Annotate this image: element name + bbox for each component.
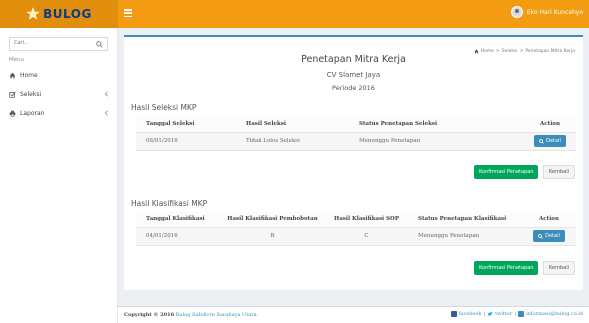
- section-title-klasifikasi: Hasil Klasifikasi MKP: [131, 199, 208, 208]
- facebook-link[interactable]: facebook: [459, 311, 482, 317]
- search-icon[interactable]: [96, 41, 103, 48]
- cell-status: Menunggu Penetapan: [408, 227, 522, 246]
- sidebar-item-label: Home: [20, 71, 38, 79]
- brand-name: BULOG: [43, 7, 92, 21]
- period-label: Periode 2016: [332, 84, 375, 92]
- home-icon: [9, 72, 16, 78]
- cell-action: Detail: [522, 227, 576, 246]
- logo[interactable]: BULOG: [0, 0, 118, 28]
- column-header: Hasil Klasifikasi SOP: [325, 212, 408, 228]
- company-link[interactable]: Bulog Subdivre Surabaya Utara.: [176, 312, 258, 318]
- cell-action: Detail: [524, 132, 576, 151]
- confirm-penetapan-button[interactable]: Konfirmasi Penetapan: [474, 165, 539, 179]
- table-header-row: Tanggal Seleksi Hasil Seleksi Status Pen…: [136, 117, 576, 133]
- user-menu[interactable]: Eko Hari Kuncahyo: [510, 6, 583, 18]
- sidebar-search: [9, 37, 108, 51]
- table-header-row: Tanggal Klasifikasi Hasil Klasifikasi Pe…: [136, 212, 576, 228]
- detail-button[interactable]: Detail: [533, 230, 565, 242]
- table-row: 08/01/2016 Tidak Lolos Seleksi Menunggu …: [136, 132, 576, 151]
- confirm-penetapan-button[interactable]: Konfirmasi Penetapan: [474, 261, 539, 275]
- cell-status: Menunggu Penetapan: [349, 132, 524, 151]
- top-navbar: BULOG Eko Hari Kuncahyo: [0, 0, 589, 28]
- print-icon: [9, 110, 16, 117]
- detail-button[interactable]: Detail: [534, 135, 566, 147]
- avatar: [510, 6, 523, 18]
- copyright-prefix: Copyright © 2016: [124, 312, 175, 318]
- chevron-left-icon: [104, 110, 108, 116]
- check-square-icon: [9, 91, 16, 98]
- column-header: Action: [522, 212, 576, 228]
- sidebar-item-label: Seleksi: [20, 90, 42, 98]
- sidebar-heading: Menu: [9, 57, 25, 63]
- column-header: Hasil Klasifikasi Pembobotan: [220, 212, 325, 228]
- sidebar-toggle-icon[interactable]: [124, 9, 132, 17]
- column-header: Status Penetapan Seleksi: [349, 117, 524, 133]
- cell-bobot: B: [220, 227, 325, 246]
- search-input[interactable]: [14, 40, 94, 46]
- back-button[interactable]: Kembali: [543, 165, 575, 179]
- section-title-seleksi: Hasil Seleksi MKP: [131, 103, 197, 112]
- footer: Copyright © 2016 Bulog Subdivre Surabaya…: [118, 306, 589, 323]
- cell-date: 04/01/2016: [136, 227, 220, 246]
- footer-separator: |: [514, 311, 517, 317]
- column-header: Tanggal Seleksi: [136, 117, 236, 133]
- twitter-icon: [487, 312, 493, 316]
- table-row: 04/01/2016 B C Menunggu Penetapan Detail: [136, 227, 576, 246]
- facebook-icon: [450, 311, 457, 317]
- main-content: Home > Seleksi > Penetapan Mitra Kerja P…: [118, 28, 589, 294]
- back-button[interactable]: Kembali: [543, 261, 575, 275]
- column-header: Hasil Seleksi: [236, 117, 349, 133]
- klasifikasi-table: Tanggal Klasifikasi Hasil Klasifikasi Pe…: [136, 212, 576, 246]
- sidebar-item-seleksi[interactable]: Seleksi: [0, 86, 118, 102]
- social-links: facebook | twitter | informasi@bulog.co.…: [450, 311, 583, 317]
- sidebar-item-laporan[interactable]: Laporan: [0, 105, 118, 121]
- column-header: Status Penetapan Klasifikasi: [408, 212, 522, 228]
- cell-result: Tidak Lolos Seleksi: [236, 132, 349, 151]
- search-icon: [538, 233, 543, 239]
- bulog-star-icon: [26, 7, 40, 20]
- sidebar: Menu Home Seleksi Laporan: [0, 28, 118, 323]
- user-name: Eko Hari Kuncahyo: [526, 8, 583, 16]
- sidebar-item-home[interactable]: Home: [0, 67, 118, 83]
- seleksi-table: Tanggal Seleksi Hasil Seleksi Status Pen…: [136, 117, 576, 151]
- email-icon: [518, 311, 525, 317]
- content-box: Home > Seleksi > Penetapan Mitra Kerja P…: [124, 35, 583, 290]
- email-link[interactable]: informasi@bulog.co.id: [526, 311, 583, 317]
- cell-date: 08/01/2016: [136, 132, 236, 151]
- page-title: Penetapan Mitra Kerja: [301, 54, 406, 65]
- column-header: Action: [524, 117, 576, 133]
- chevron-left-icon: [104, 91, 108, 97]
- cell-sop: C: [325, 227, 408, 246]
- search-icon: [539, 138, 544, 144]
- detail-button-label: Detail: [545, 233, 560, 239]
- footer-separator: |: [483, 311, 486, 317]
- column-header: Tanggal Klasifikasi: [136, 212, 220, 228]
- copyright: Copyright © 2016 Bulog Subdivre Surabaya…: [124, 312, 258, 318]
- detail-button-label: Detail: [546, 138, 561, 144]
- company-name: CV Slamet Jaya: [326, 71, 381, 79]
- sidebar-item-label: Laporan: [20, 109, 45, 117]
- twitter-link[interactable]: twitter: [495, 311, 512, 317]
